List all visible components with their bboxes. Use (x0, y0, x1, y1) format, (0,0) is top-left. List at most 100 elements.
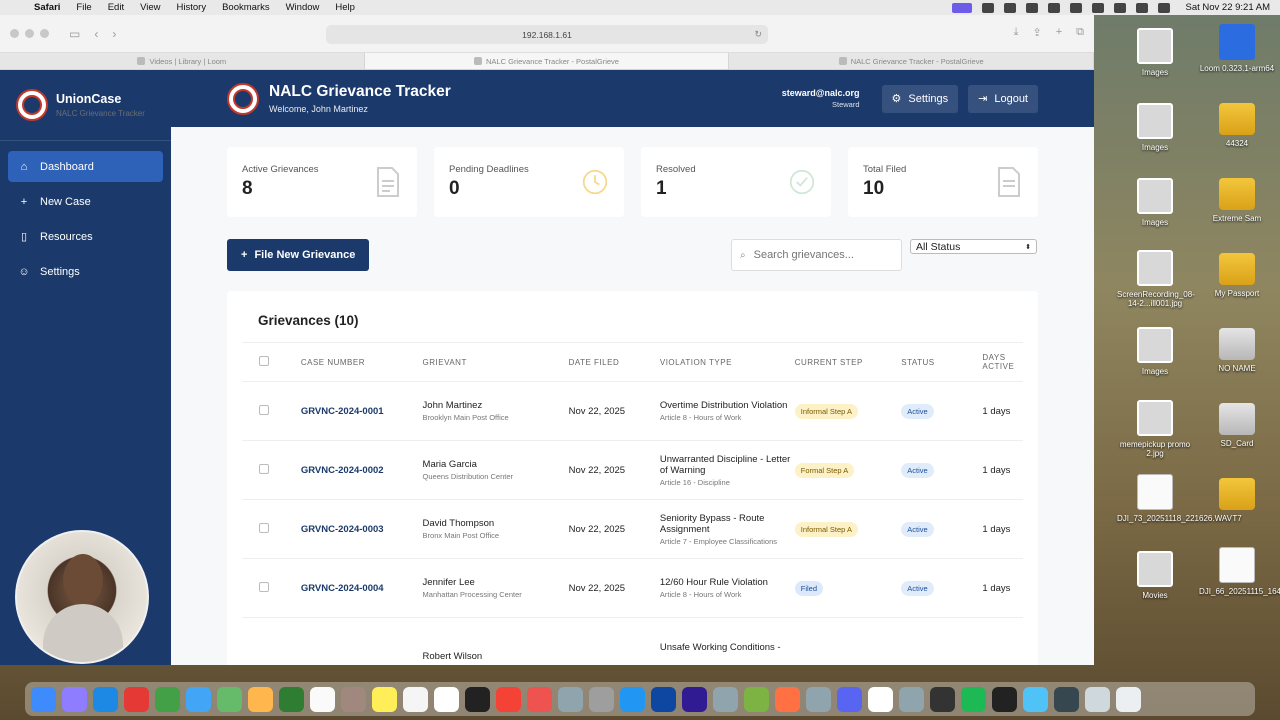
app-icon[interactable] (1054, 686, 1079, 712)
trash-icon[interactable] (1116, 686, 1141, 712)
col-status[interactable]: STATUS (901, 342, 983, 382)
facetime-icon[interactable] (279, 686, 304, 712)
desktop-icon-screen-recording[interactable]: ScreenRecording_08-14-2...ill001.jpg (1117, 250, 1195, 308)
logout-button[interactable]: ⇥ Logout (968, 84, 1038, 113)
control-center-icon[interactable] (1157, 2, 1170, 13)
url-bar[interactable]: 192.168.1.61 ↻ (326, 25, 768, 44)
desktop-icon-memepickup[interactable]: memepickup promo 2.jpg (1117, 400, 1193, 458)
safari-icon[interactable] (93, 686, 118, 712)
photos-icon[interactable] (248, 686, 273, 712)
desktop-icon-dji-wav[interactable]: DJI_73_20251118_221626.WAV (1117, 474, 1232, 523)
notes-icon[interactable] (372, 686, 397, 712)
maps-icon[interactable] (217, 686, 242, 712)
discord-icon[interactable] (837, 686, 862, 712)
case-number-link[interactable]: GRVNC-2024-0004 (301, 583, 384, 594)
tab-overview-icon[interactable]: ⧉ (1076, 26, 1084, 39)
app-placeholder-icon[interactable] (713, 686, 738, 712)
desktop-icon-images[interactable]: Images (1117, 28, 1193, 77)
launchpad-icon[interactable] (62, 686, 87, 712)
status-app-icon[interactable] (1025, 2, 1038, 13)
col-case-number[interactable]: CASE NUMBER (300, 342, 423, 382)
finder-icon[interactable] (31, 686, 56, 712)
col-days-active[interactable]: DAYS ACTIVE (982, 342, 1023, 382)
menu-bookmarks[interactable]: Bookmarks (222, 2, 270, 13)
table-row[interactable]: Robert Wilson Unsafe Working Conditions … (242, 617, 1023, 665)
menubar-clock[interactable]: Sat Nov 22 9:21 AM (1186, 2, 1271, 13)
reload-icon[interactable]: ↻ (754, 29, 762, 40)
music-icon[interactable] (496, 686, 521, 712)
contacts-icon[interactable] (341, 686, 366, 712)
messages-icon[interactable] (155, 686, 180, 712)
capcut-icon[interactable] (930, 686, 955, 712)
back-icon[interactable]: ‹ (94, 27, 98, 41)
apple-icon[interactable] (10, 2, 20, 13)
app-placeholder-icon[interactable] (899, 686, 924, 712)
search-input[interactable] (753, 249, 884, 261)
wifi-icon[interactable] (1113, 2, 1126, 13)
new-tab-icon[interactable]: + (1056, 26, 1062, 39)
sidebar-item-new-case[interactable]: + New Case (8, 186, 163, 217)
col-grievant[interactable]: GRIEVANT (422, 342, 569, 382)
app-placeholder-icon[interactable] (558, 686, 583, 712)
system-settings-icon[interactable] (589, 686, 614, 712)
menu-history[interactable]: History (177, 2, 207, 13)
col-current-step[interactable]: CURRENT STEP (794, 342, 902, 382)
row-checkbox[interactable] (259, 463, 269, 474)
menu-help[interactable]: Help (335, 2, 355, 13)
desktop-icon-no-name[interactable]: NO NAME (1199, 328, 1275, 373)
desktop-icon-44324[interactable]: 44324 (1199, 103, 1275, 148)
loom-webcam-bubble[interactable] (15, 530, 149, 664)
row-checkbox[interactable] (259, 581, 269, 592)
downloads-stack-icon[interactable] (1085, 686, 1110, 712)
case-number-link[interactable]: GRVNC-2024-0002 (301, 465, 384, 476)
case-number-link[interactable]: GRVNC-2024-0003 (301, 524, 384, 535)
cloud-app-icon[interactable] (744, 686, 769, 712)
status-app-icon[interactable] (981, 2, 994, 13)
premiere-icon[interactable] (682, 686, 707, 712)
terminal-icon[interactable] (992, 686, 1017, 712)
row-checkbox[interactable] (259, 522, 269, 533)
menu-edit[interactable]: Edit (108, 2, 124, 13)
tasks-icon[interactable] (868, 686, 893, 712)
menu-window[interactable]: Window (286, 2, 320, 13)
settings-button[interactable]: ⚙ Settings (881, 84, 959, 113)
sidebar-toggle-icon[interactable]: ▭ (69, 27, 80, 41)
app-placeholder-icon[interactable] (806, 686, 831, 712)
desktop-icon-extreme-sam[interactable]: Extreme Sam (1199, 178, 1275, 223)
sidebar-item-resources[interactable]: ▯ Resources (8, 221, 163, 252)
forward-icon[interactable]: › (112, 27, 116, 41)
photoshop-icon[interactable] (651, 686, 676, 712)
desktop-icon-sd-card[interactable]: SD_Card (1199, 403, 1275, 448)
sidebar-item-settings[interactable]: ☺ Settings (8, 256, 163, 287)
search-icon[interactable] (1135, 2, 1148, 13)
desktop-icon-movies[interactable]: Movies (1117, 551, 1193, 600)
app-icon[interactable] (1023, 686, 1048, 712)
play-icon[interactable] (1047, 2, 1060, 13)
zoom-window-button[interactable] (40, 29, 49, 38)
status-app-icon[interactable] (1003, 2, 1016, 13)
reminders-icon[interactable] (403, 686, 428, 712)
col-violation-type[interactable]: VIOLATION TYPE (659, 342, 795, 382)
freeform-icon[interactable] (434, 686, 459, 712)
select-all-checkbox[interactable] (259, 356, 269, 366)
table-row[interactable]: GRVNC-2024-0003 David Thompson Bronx Main… (242, 499, 1023, 559)
desktop-icon-images[interactable]: Images (1117, 103, 1193, 152)
menu-app-name[interactable]: Safari (34, 2, 60, 13)
app-store-icon[interactable] (620, 686, 645, 712)
apple-tv-icon[interactable] (465, 686, 490, 712)
menu-view[interactable]: View (140, 2, 160, 13)
minimize-window-button[interactable] (25, 29, 34, 38)
table-row[interactable]: GRVNC-2024-0002 Maria Garcia Queens Distr… (242, 440, 1023, 500)
case-number-link[interactable]: GRVNC-2024-0001 (301, 406, 384, 417)
share-icon[interactable]: ⇪ (1032, 26, 1041, 39)
spotify-icon[interactable] (961, 686, 986, 712)
desktop-icon-images[interactable]: Images (1117, 327, 1193, 376)
desktop-icon-images[interactable]: Images (1117, 178, 1193, 227)
menu-file[interactable]: File (76, 2, 91, 13)
mail-icon[interactable] (186, 686, 211, 712)
table-row[interactable]: GRVNC-2024-0001 John Martinez Brooklyn Ma… (242, 381, 1023, 441)
desktop-icon-loom[interactable]: Loom 0.323.1-arm64 (1199, 24, 1275, 73)
news-icon[interactable] (527, 686, 552, 712)
status-filter-select[interactable]: All Status ⬍ (910, 239, 1037, 254)
download-icon[interactable]: ⤓ (1014, 26, 1019, 39)
